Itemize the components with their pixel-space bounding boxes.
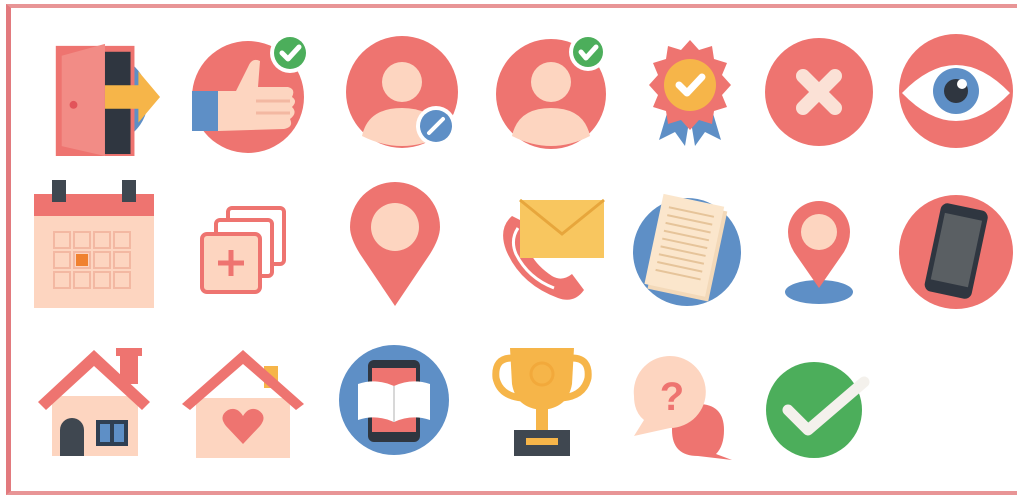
location-marker-icon [784,200,854,304]
verified-user-icon [496,33,611,151]
map-pin-icon [350,182,440,308]
question-mark-label: ? [660,375,684,419]
trophy-icon [492,344,592,458]
exit-door-icon [44,38,162,156]
check-icon [764,360,874,460]
add-layers-icon [198,206,288,296]
help-chat-icon: ? [632,356,734,460]
close-icon [765,38,873,146]
phone-mail-icon [498,198,606,302]
calendar-icon [32,180,156,308]
edit-user-icon [346,36,461,151]
eye-icon [898,33,1013,148]
favorite-home-icon [182,346,304,458]
ebook-icon [338,344,450,456]
smartphone-icon [898,194,1013,309]
home-icon [38,346,150,456]
document-icon [632,193,742,306]
thumbs-up-approved-icon [192,33,312,153]
award-badge-icon [645,40,735,148]
